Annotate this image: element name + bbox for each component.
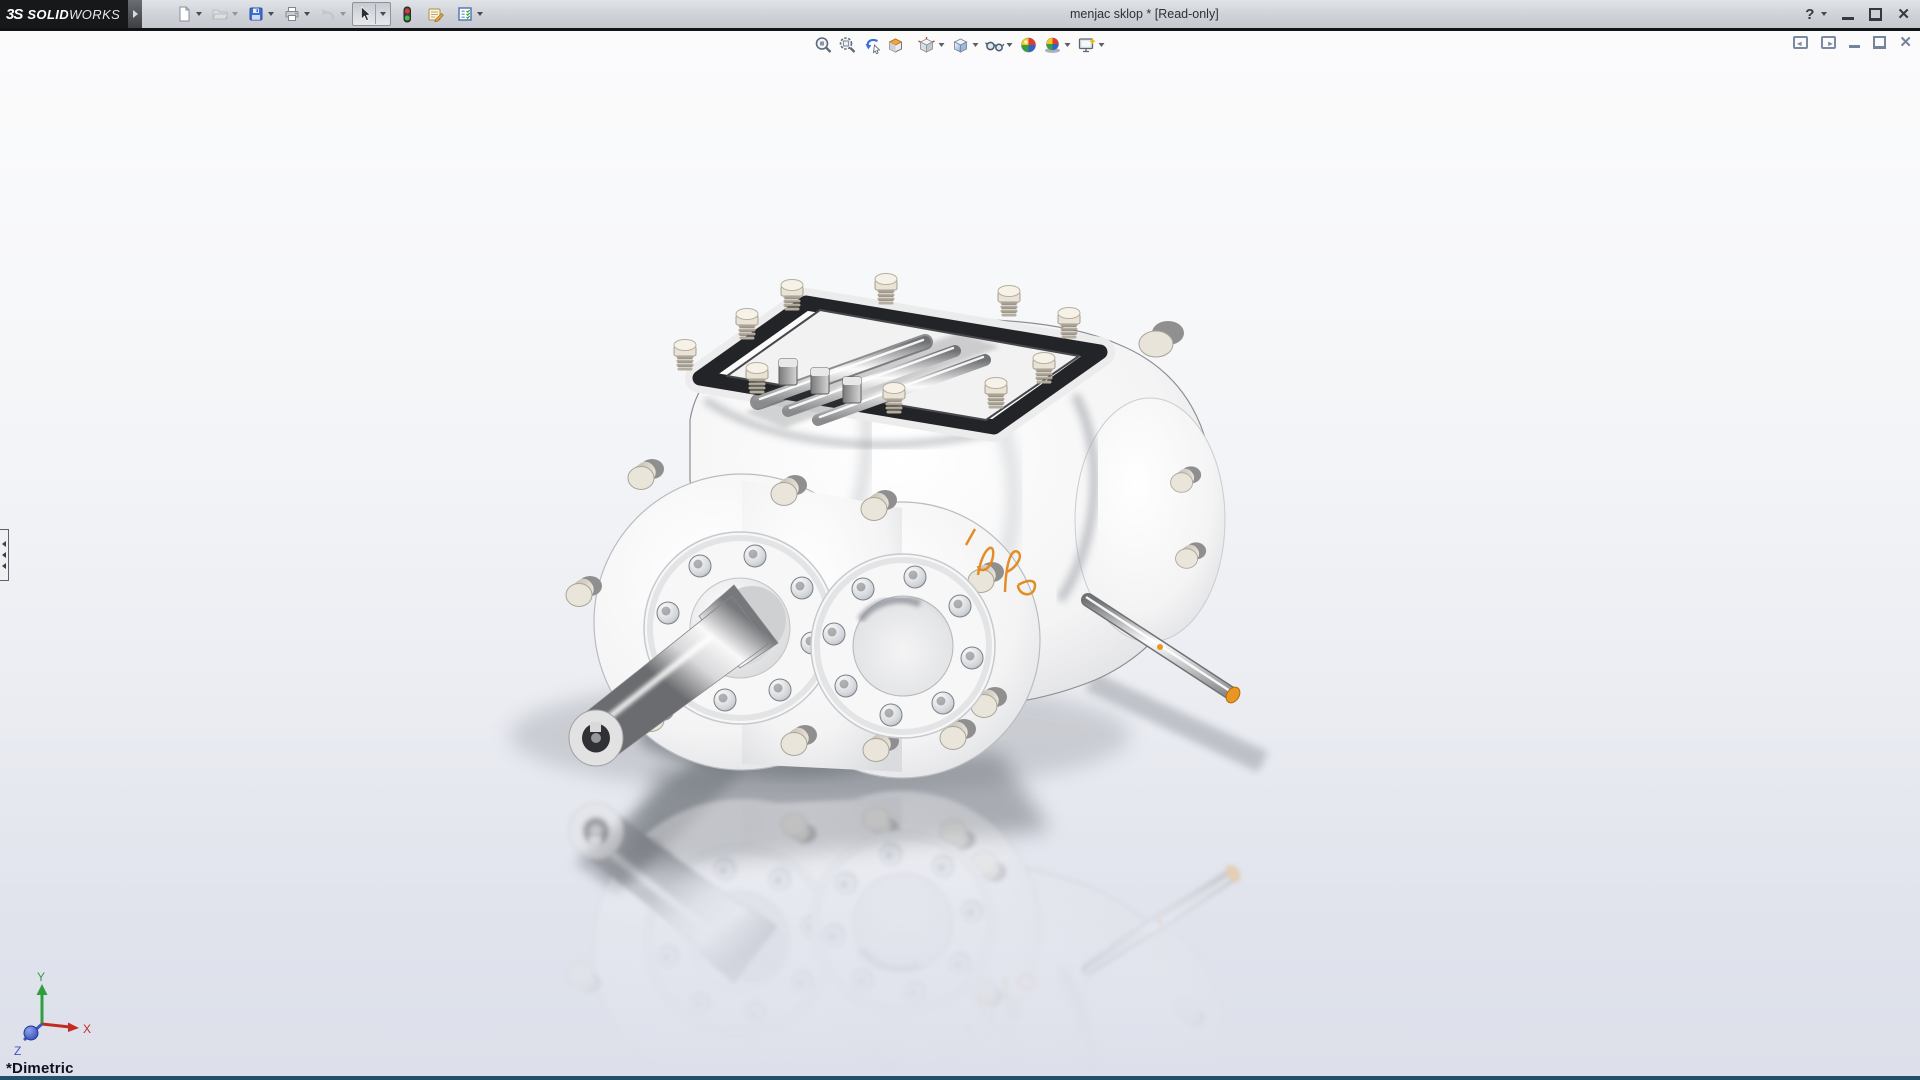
zoom-to-fit-button[interactable] [812,34,836,56]
view-orientation-cube-icon [918,36,936,54]
minimize-button[interactable] [1842,9,1854,20]
restore-button[interactable] [1869,9,1882,20]
new-dropdown-caret[interactable] [196,12,202,16]
previous-view-icon [862,36,881,54]
document-restore-icon [1873,37,1886,48]
select-divider [375,4,376,24]
previous-view-button[interactable] [860,34,884,56]
document-minimize-icon [1849,45,1860,48]
minimize-icon [1842,17,1854,20]
select-dropdown-caret[interactable] [380,12,386,16]
open-dropdown-caret [232,12,238,16]
select-button[interactable] [353,3,375,26]
hide-show-items-button[interactable] [983,34,1007,56]
apply-scene-caret[interactable] [1065,43,1071,47]
brand-solid: SOLID [27,7,69,22]
save-dropdown-caret[interactable] [268,12,274,16]
display-style-button[interactable] [949,34,973,56]
model-reflection [566,791,1243,1080]
title-bar: 3S SOLIDWORKS [0,0,1920,28]
section-view-button[interactable] [884,34,908,56]
ds-logo-icon: 3S [6,6,22,23]
undo-dropdown-caret [340,12,346,16]
undo-button[interactable] [316,3,339,26]
edit-appearance-button[interactable] [1017,34,1041,56]
gearbox-3d-model[interactable]: Y X Z [0,31,1920,1080]
help-button[interactable]: ? [1805,7,1814,22]
save-button[interactable] [244,3,267,26]
undo-icon [319,6,336,22]
heads-up-view-toolbar [812,34,1109,56]
zoom-to-area-icon [839,36,857,54]
hide-show-items-caret[interactable] [1007,43,1013,47]
document-close-button[interactable]: ✕ [1899,33,1912,51]
feature-manager-collapsed-tab[interactable] [0,529,9,581]
edit-note-button[interactable] [424,3,447,26]
new-document-icon [176,6,192,22]
brand-works: WORKS [69,7,120,22]
eyeglasses-icon [985,36,1005,54]
view-settings-button[interactable] [1075,34,1099,56]
view-orientation-label: *Dimetric [6,1060,74,1077]
chevron-right-icon [133,10,138,18]
apply-scene-icon [1044,36,1062,54]
window-title: menjac sklop * [Read-only] [1070,0,1219,28]
window-controls: ? ✕ [1805,0,1910,28]
open-folder-icon [212,6,228,22]
zoom-to-area-button[interactable] [836,34,860,56]
triangle-left-icon [2,563,6,569]
triad-z-label: Z [14,1044,21,1058]
print-dropdown-caret[interactable] [304,12,310,16]
view-orientation-caret[interactable] [939,43,945,47]
document-window-controls: ◂ ▸ ✕ [1793,33,1912,51]
view-orientation-button[interactable] [915,34,939,56]
save-icon [248,6,264,22]
pane-right-icon: ▸ [1821,36,1836,49]
apply-scene-button[interactable] [1041,34,1065,56]
restore-icon [1869,9,1882,20]
document-restore-button[interactable] [1873,37,1886,48]
appearance-ball-icon [1020,36,1038,54]
graphics-area[interactable]: Y X Z [0,31,1920,1080]
print-button[interactable] [280,3,303,26]
triad-y-label: Y [37,970,45,984]
reference-triad: Y X Z [14,970,91,1058]
new-document-button[interactable] [172,3,195,26]
traffic-light-icon [399,6,415,23]
open-button[interactable] [208,3,231,26]
display-style-cube-icon [952,36,970,54]
pane-left-button[interactable]: ◂ [1793,36,1808,49]
close-button[interactable]: ✕ [1897,7,1910,22]
solidworks-window: 3S SOLIDWORKS [0,0,1920,1080]
print-icon [284,6,300,22]
solidworks-logo: 3S SOLIDWORKS [0,0,128,28]
select-arrow-icon [357,6,372,22]
select-tool-group [352,2,391,26]
status-bar-edge [0,1076,1920,1080]
section-view-icon [887,36,905,54]
view-settings-monitor-icon [1077,36,1096,54]
traffic-light-button[interactable] [395,3,418,26]
options-dropdown-caret[interactable] [477,12,483,16]
menu-expand-button[interactable] [128,0,142,28]
triangle-left-icon [2,552,6,558]
pane-right-button[interactable]: ▸ [1821,36,1836,49]
help-dropdown-caret[interactable] [1821,12,1827,16]
view-settings-caret[interactable] [1099,43,1105,47]
display-style-caret[interactable] [973,43,979,47]
document-minimize-button[interactable] [1849,37,1860,48]
triad-x-label: X [83,1022,91,1036]
options-checklist-icon [457,6,473,22]
zoom-to-fit-icon [815,36,833,54]
edit-note-icon [427,6,444,22]
main-toolbar [172,0,489,28]
options-button[interactable] [453,3,476,26]
triangle-left-icon [2,541,6,547]
pane-left-icon: ◂ [1793,36,1808,49]
